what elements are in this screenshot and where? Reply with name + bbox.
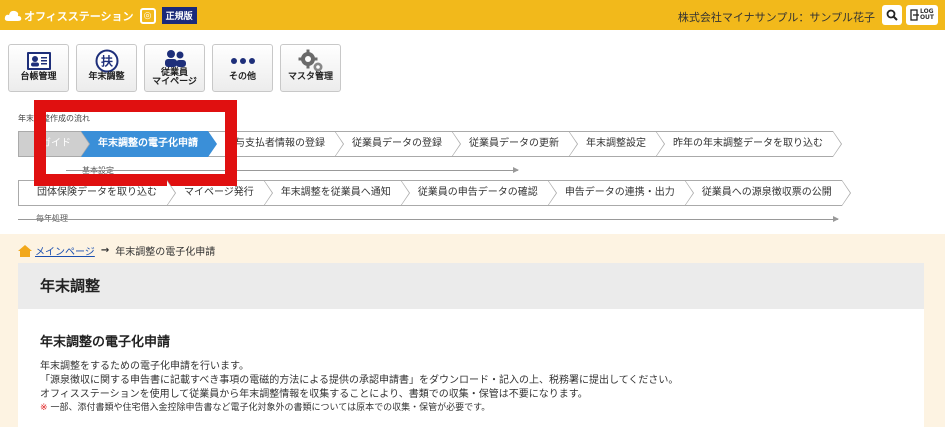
breadcrumb-home-link[interactable]: メインページ xyxy=(35,243,95,258)
step-import-last-year[interactable]: 昨年の年末調整データを取り込む xyxy=(656,131,842,157)
menu-year-end-button[interactable]: 扶 年末調整 xyxy=(76,44,137,92)
menu-label: その他 xyxy=(228,72,256,82)
user-name: 株式会社マイナサンプル：サンプル花子 xyxy=(677,11,875,24)
search-icon xyxy=(886,9,898,21)
step-publish-withholding[interactable]: 従業員への源泉徴収票の公開 xyxy=(684,180,851,206)
step-check-declarations[interactable]: 従業員の申告データの確認 xyxy=(400,180,557,206)
step-year-end-settings[interactable]: 年末調整設定 xyxy=(569,131,665,157)
step-notify-employees[interactable]: 年末調整を従業員へ通知 xyxy=(263,180,410,206)
top-bar: オフィスステーション ◎ 正規版 株式会社マイナサンプル：サンプル花子 LOG … xyxy=(0,0,945,30)
description-line: オフィスステーションを使用して従業員から年末調整情報を収集することにより、書類で… xyxy=(40,389,588,400)
breadcrumb-arrow-icon: → xyxy=(100,245,110,256)
menu-master-button[interactable]: マスタ管理 xyxy=(280,44,341,92)
highlight-box xyxy=(34,100,237,186)
menu-label: 台帳管理 xyxy=(20,72,57,82)
app-logo[interactable]: オフィスステーション ◎ 正規版 xyxy=(4,7,197,24)
breadcrumb: メインページ → 年末調整の電子化申請 xyxy=(18,243,215,258)
logout-label-bottom: OUT xyxy=(919,14,935,21)
logout-icon xyxy=(910,9,919,21)
logout-button[interactable]: LOG OUT xyxy=(906,5,938,25)
page-title: 年末調整 xyxy=(18,263,924,309)
dots-icon xyxy=(230,58,255,64)
home-icon xyxy=(18,244,32,257)
search-button[interactable] xyxy=(882,5,902,25)
annual-arrow xyxy=(18,216,839,222)
menu-other-button[interactable]: その他 xyxy=(212,44,273,92)
ledger-icon xyxy=(26,52,51,70)
section-heading: 年末調整の電子化申請 xyxy=(40,335,171,350)
note-line: ※ 一部、添付書類や住宅借入金控除申告書など電子化対象外の書類については原本での収… xyxy=(40,402,924,415)
cloud-icon xyxy=(4,10,22,21)
svg-text:扶: 扶 xyxy=(100,54,113,69)
employees-icon xyxy=(164,50,186,67)
main-menu: 台帳管理 扶 年末調整 従業員 マイページ その他 マスタ管理 xyxy=(8,44,341,92)
fu-icon: 扶 xyxy=(95,49,118,73)
menu-label: 年末調整 xyxy=(88,72,125,82)
menu-label: マスタ管理 xyxy=(287,72,333,82)
description-line: 年末調整をするための電子化申請を行います。 xyxy=(40,361,249,372)
menu-ledger-button[interactable]: 台帳管理 xyxy=(8,44,69,92)
note-text: 一部、添付書類や住宅借入金控除申告書など電子化対象外の書類については原本での収集… xyxy=(50,403,491,413)
description-line: 「源泉徴収に関する申告書に記載すべき事項の電磁的方法による提供の承認申請書」をダ… xyxy=(40,375,679,386)
step-employee-register[interactable]: 従業員データの登録 xyxy=(335,131,461,157)
content-panel: 年末調整 年末調整の電子化申請 年末調整をするための電子化申請を行います。 「源… xyxy=(18,263,924,427)
brand-name: オフィスステーション xyxy=(24,9,134,23)
edition-badge: 正規版 xyxy=(161,7,197,24)
note-mark: ※ xyxy=(40,403,48,413)
menu-employee-mypage-button[interactable]: 従業員 マイページ xyxy=(144,44,205,92)
gears-icon xyxy=(298,49,322,72)
menu-label: マイページ xyxy=(152,77,197,87)
step-link-output[interactable]: 申告データの連携・出力 xyxy=(547,180,694,206)
breadcrumb-current: 年末調整の電子化申請 xyxy=(115,247,216,258)
logo-mark-icon: ◎ xyxy=(139,7,156,24)
step-employee-update[interactable]: 従業員データの更新 xyxy=(452,131,578,157)
